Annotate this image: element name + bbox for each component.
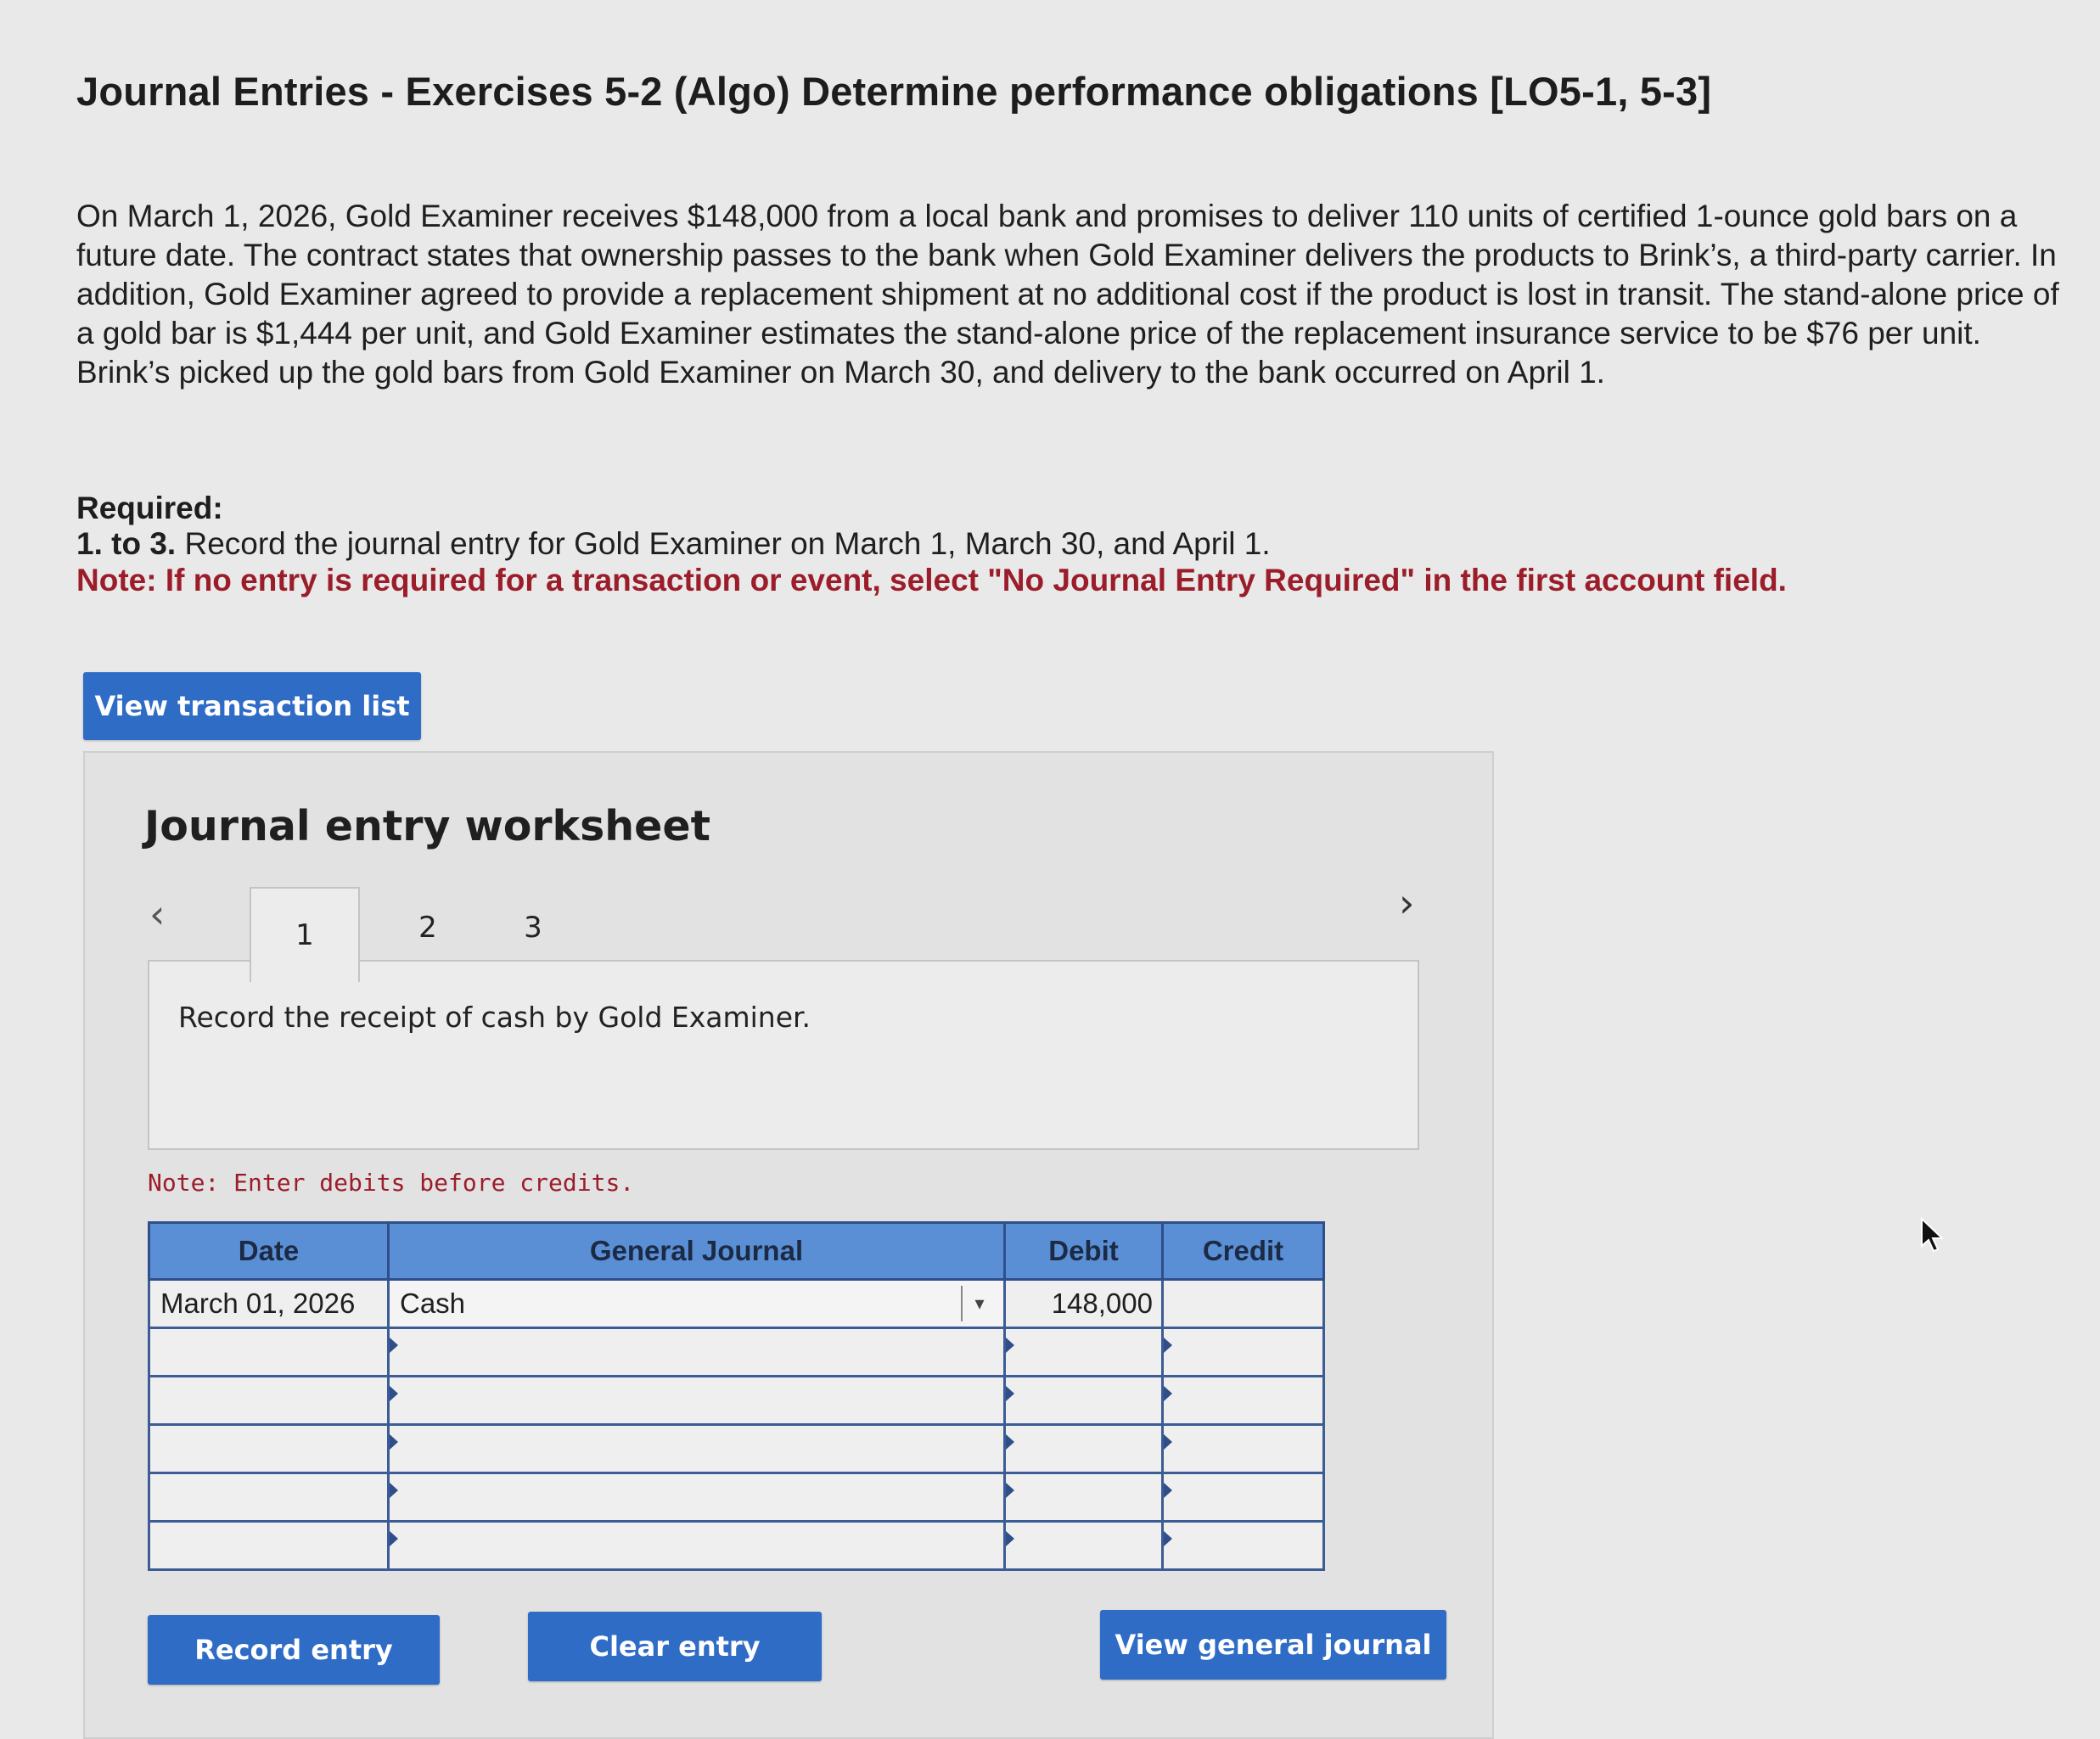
row-marker-icon bbox=[1007, 1434, 1014, 1450]
date-cell bbox=[148, 1472, 390, 1523]
journal-entry-worksheet: Journal entry worksheet ‹ › 1 2 3 Record… bbox=[83, 751, 1494, 1739]
credit-input[interactable] bbox=[1161, 1375, 1325, 1426]
row-marker-icon bbox=[1165, 1531, 1172, 1546]
debit-input[interactable] bbox=[1003, 1327, 1164, 1377]
row-marker-icon bbox=[1165, 1483, 1172, 1498]
row-marker-icon bbox=[1007, 1483, 1014, 1498]
table-row: March 01, 2026 Cash ▾ 148,000 bbox=[148, 1278, 1325, 1329]
mouse-pointer-icon bbox=[1921, 1217, 1945, 1253]
row-marker-icon bbox=[1007, 1386, 1014, 1401]
debit-input[interactable]: 148,000 bbox=[1003, 1278, 1164, 1329]
record-entry-button[interactable]: Record entry bbox=[148, 1615, 440, 1685]
row-marker-icon bbox=[390, 1338, 398, 1353]
required-item-text: Record the journal entry for Gold Examin… bbox=[184, 526, 1271, 561]
table-row bbox=[148, 1472, 1325, 1523]
row-marker-icon bbox=[1165, 1338, 1172, 1353]
account-select[interactable]: Cash ▾ bbox=[387, 1278, 1006, 1329]
required-note: Note: If no entry is required for a tran… bbox=[76, 563, 1787, 597]
required-item: 1. to 3. Record the journal entry for Go… bbox=[76, 526, 1271, 562]
chevron-right-icon[interactable]: › bbox=[1399, 880, 1414, 926]
row-marker-icon bbox=[1007, 1338, 1014, 1353]
column-header-general-journal: General Journal bbox=[387, 1221, 1006, 1281]
row-marker-icon bbox=[390, 1386, 398, 1401]
view-general-journal-button[interactable]: View general journal bbox=[1100, 1610, 1446, 1680]
account-select[interactable] bbox=[387, 1423, 1006, 1474]
chevron-left-icon[interactable]: ‹ bbox=[149, 891, 165, 937]
instruction-panel: Record the receipt of cash by Gold Exami… bbox=[148, 960, 1419, 1150]
debit-input[interactable] bbox=[1003, 1423, 1164, 1474]
view-transaction-list-button[interactable]: View transaction list bbox=[83, 672, 421, 740]
table-row bbox=[148, 1520, 1325, 1571]
row-marker-icon bbox=[1165, 1434, 1172, 1450]
account-value: Cash bbox=[400, 1287, 466, 1319]
date-cell bbox=[148, 1375, 390, 1426]
row-marker-icon bbox=[390, 1483, 398, 1498]
account-select[interactable] bbox=[387, 1472, 1006, 1523]
row-marker-icon bbox=[1007, 1531, 1014, 1546]
debit-input[interactable] bbox=[1003, 1520, 1164, 1571]
date-cell bbox=[148, 1520, 390, 1571]
table-row bbox=[148, 1327, 1325, 1377]
debit-input[interactable] bbox=[1003, 1472, 1164, 1523]
debits-before-credits-note: Note: Enter debits before credits. bbox=[148, 1169, 635, 1197]
table-row bbox=[148, 1375, 1325, 1426]
tab-2[interactable]: 2 bbox=[385, 885, 470, 970]
row-marker-icon bbox=[1165, 1386, 1172, 1401]
credit-input[interactable] bbox=[1161, 1520, 1325, 1571]
instruction-text: Record the receipt of cash by Gold Exami… bbox=[178, 1001, 811, 1034]
account-select[interactable] bbox=[387, 1375, 1006, 1426]
credit-input[interactable] bbox=[1161, 1423, 1325, 1474]
page-title: Journal Entries - Exercises 5-2 (Algo) D… bbox=[76, 69, 1712, 114]
date-cell bbox=[148, 1423, 390, 1474]
credit-input[interactable] bbox=[1161, 1327, 1325, 1377]
tab-1[interactable]: 1 bbox=[250, 887, 360, 982]
date-cell bbox=[148, 1327, 390, 1377]
account-select[interactable] bbox=[387, 1520, 1006, 1571]
problem-statement: On March 1, 2026, Gold Examiner receives… bbox=[76, 199, 2059, 390]
journal-table: Date General Journal Debit Credit March … bbox=[148, 1221, 1325, 1571]
journal-header-row: Date General Journal Debit Credit bbox=[148, 1221, 1325, 1281]
date-cell: March 01, 2026 bbox=[148, 1278, 390, 1329]
required-item-number: 1. to 3. bbox=[76, 526, 177, 561]
debit-input[interactable] bbox=[1003, 1375, 1164, 1426]
account-select[interactable] bbox=[387, 1327, 1006, 1377]
chevron-down-icon[interactable]: ▾ bbox=[961, 1286, 997, 1321]
clear-entry-button[interactable]: Clear entry bbox=[528, 1612, 822, 1681]
column-header-credit: Credit bbox=[1161, 1221, 1325, 1281]
worksheet-title: Journal entry worksheet bbox=[144, 802, 711, 850]
table-row bbox=[148, 1423, 1325, 1474]
row-marker-icon bbox=[390, 1531, 398, 1546]
tab-3[interactable]: 3 bbox=[491, 885, 576, 970]
required-heading: Required: bbox=[76, 491, 223, 525]
row-marker-icon bbox=[390, 1434, 398, 1450]
column-header-debit: Debit bbox=[1003, 1221, 1164, 1281]
column-header-date: Date bbox=[148, 1221, 390, 1281]
credit-input[interactable] bbox=[1161, 1278, 1325, 1329]
credit-input[interactable] bbox=[1161, 1472, 1325, 1523]
